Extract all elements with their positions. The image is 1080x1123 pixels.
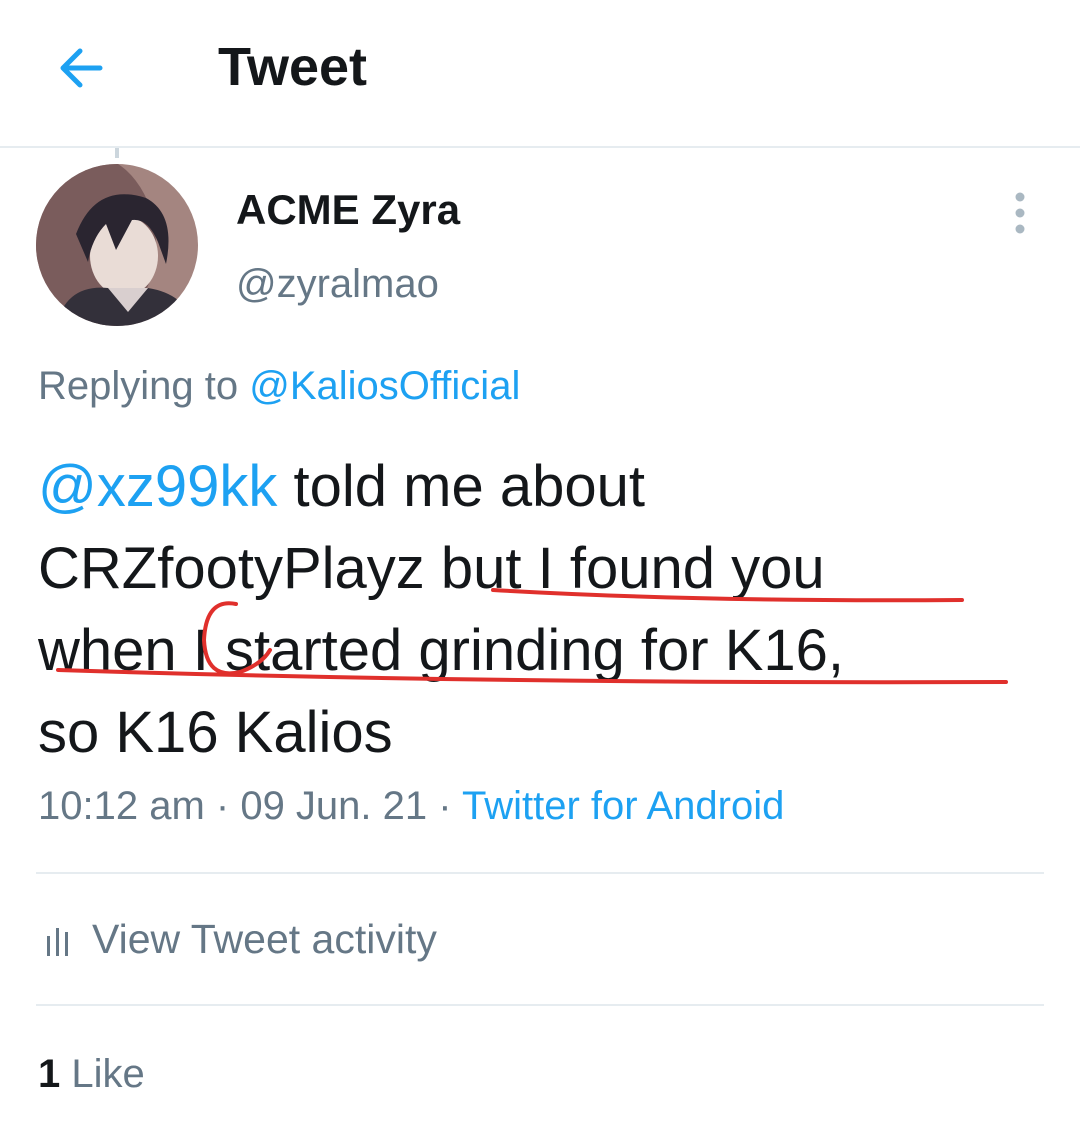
tweet-line-1: @xz99kk told me about — [38, 446, 844, 528]
likes-number: 1 — [38, 1052, 61, 1096]
tweet-line-1-text: told me about — [277, 454, 645, 519]
back-button[interactable] — [54, 38, 114, 98]
more-vertical-icon — [1015, 192, 1025, 234]
divider — [36, 872, 1044, 874]
replying-to: Replying to @KaliosOfficial — [38, 364, 520, 409]
tweet-line-4: so K16 Kalios — [38, 700, 393, 765]
divider — [36, 1004, 1044, 1006]
tweet-source-link[interactable]: Twitter for Android — [462, 784, 784, 828]
view-tweet-activity-label: View Tweet activity — [92, 916, 437, 962]
tweet-line-3: when I started grinding for K16, — [38, 618, 845, 683]
tweet-line-2: CRZfootyPlayz but I found you — [38, 536, 825, 601]
likes-label: Like — [60, 1052, 145, 1096]
mention-link[interactable]: @xz99kk — [38, 454, 277, 519]
reply-to-mention-link[interactable]: @KaliosOfficial — [249, 364, 520, 408]
avatar[interactable] — [36, 164, 198, 326]
tweet-date: 09 Jun. 21 — [240, 784, 428, 828]
more-options-button[interactable] — [1004, 190, 1036, 236]
likes-count[interactable]: 1 Like — [38, 1052, 145, 1097]
tweet-body: @xz99kk told me about CRZfootyPlayz but … — [38, 446, 844, 774]
avatar-illustration — [36, 164, 198, 326]
replying-to-label: Replying to — [38, 364, 239, 408]
thread-connector — [115, 148, 119, 158]
author-display-name[interactable]: ACME Zyra — [236, 186, 460, 234]
view-tweet-activity-button[interactable]: View Tweet activity — [46, 916, 437, 966]
tweet-meta: 10:12 am · 09 Jun. 21 · Twitter for Andr… — [38, 784, 784, 829]
author-handle[interactable]: @zyralmao — [236, 262, 439, 307]
bar-chart-icon — [46, 919, 70, 966]
tweet-time: 10:12 am — [38, 784, 205, 828]
meta-separator: · — [204, 784, 241, 828]
meta-separator: · — [427, 784, 462, 828]
arrow-left-icon — [60, 48, 103, 88]
page-title: Tweet — [218, 37, 368, 97]
top-app-bar: Tweet — [0, 0, 1080, 148]
